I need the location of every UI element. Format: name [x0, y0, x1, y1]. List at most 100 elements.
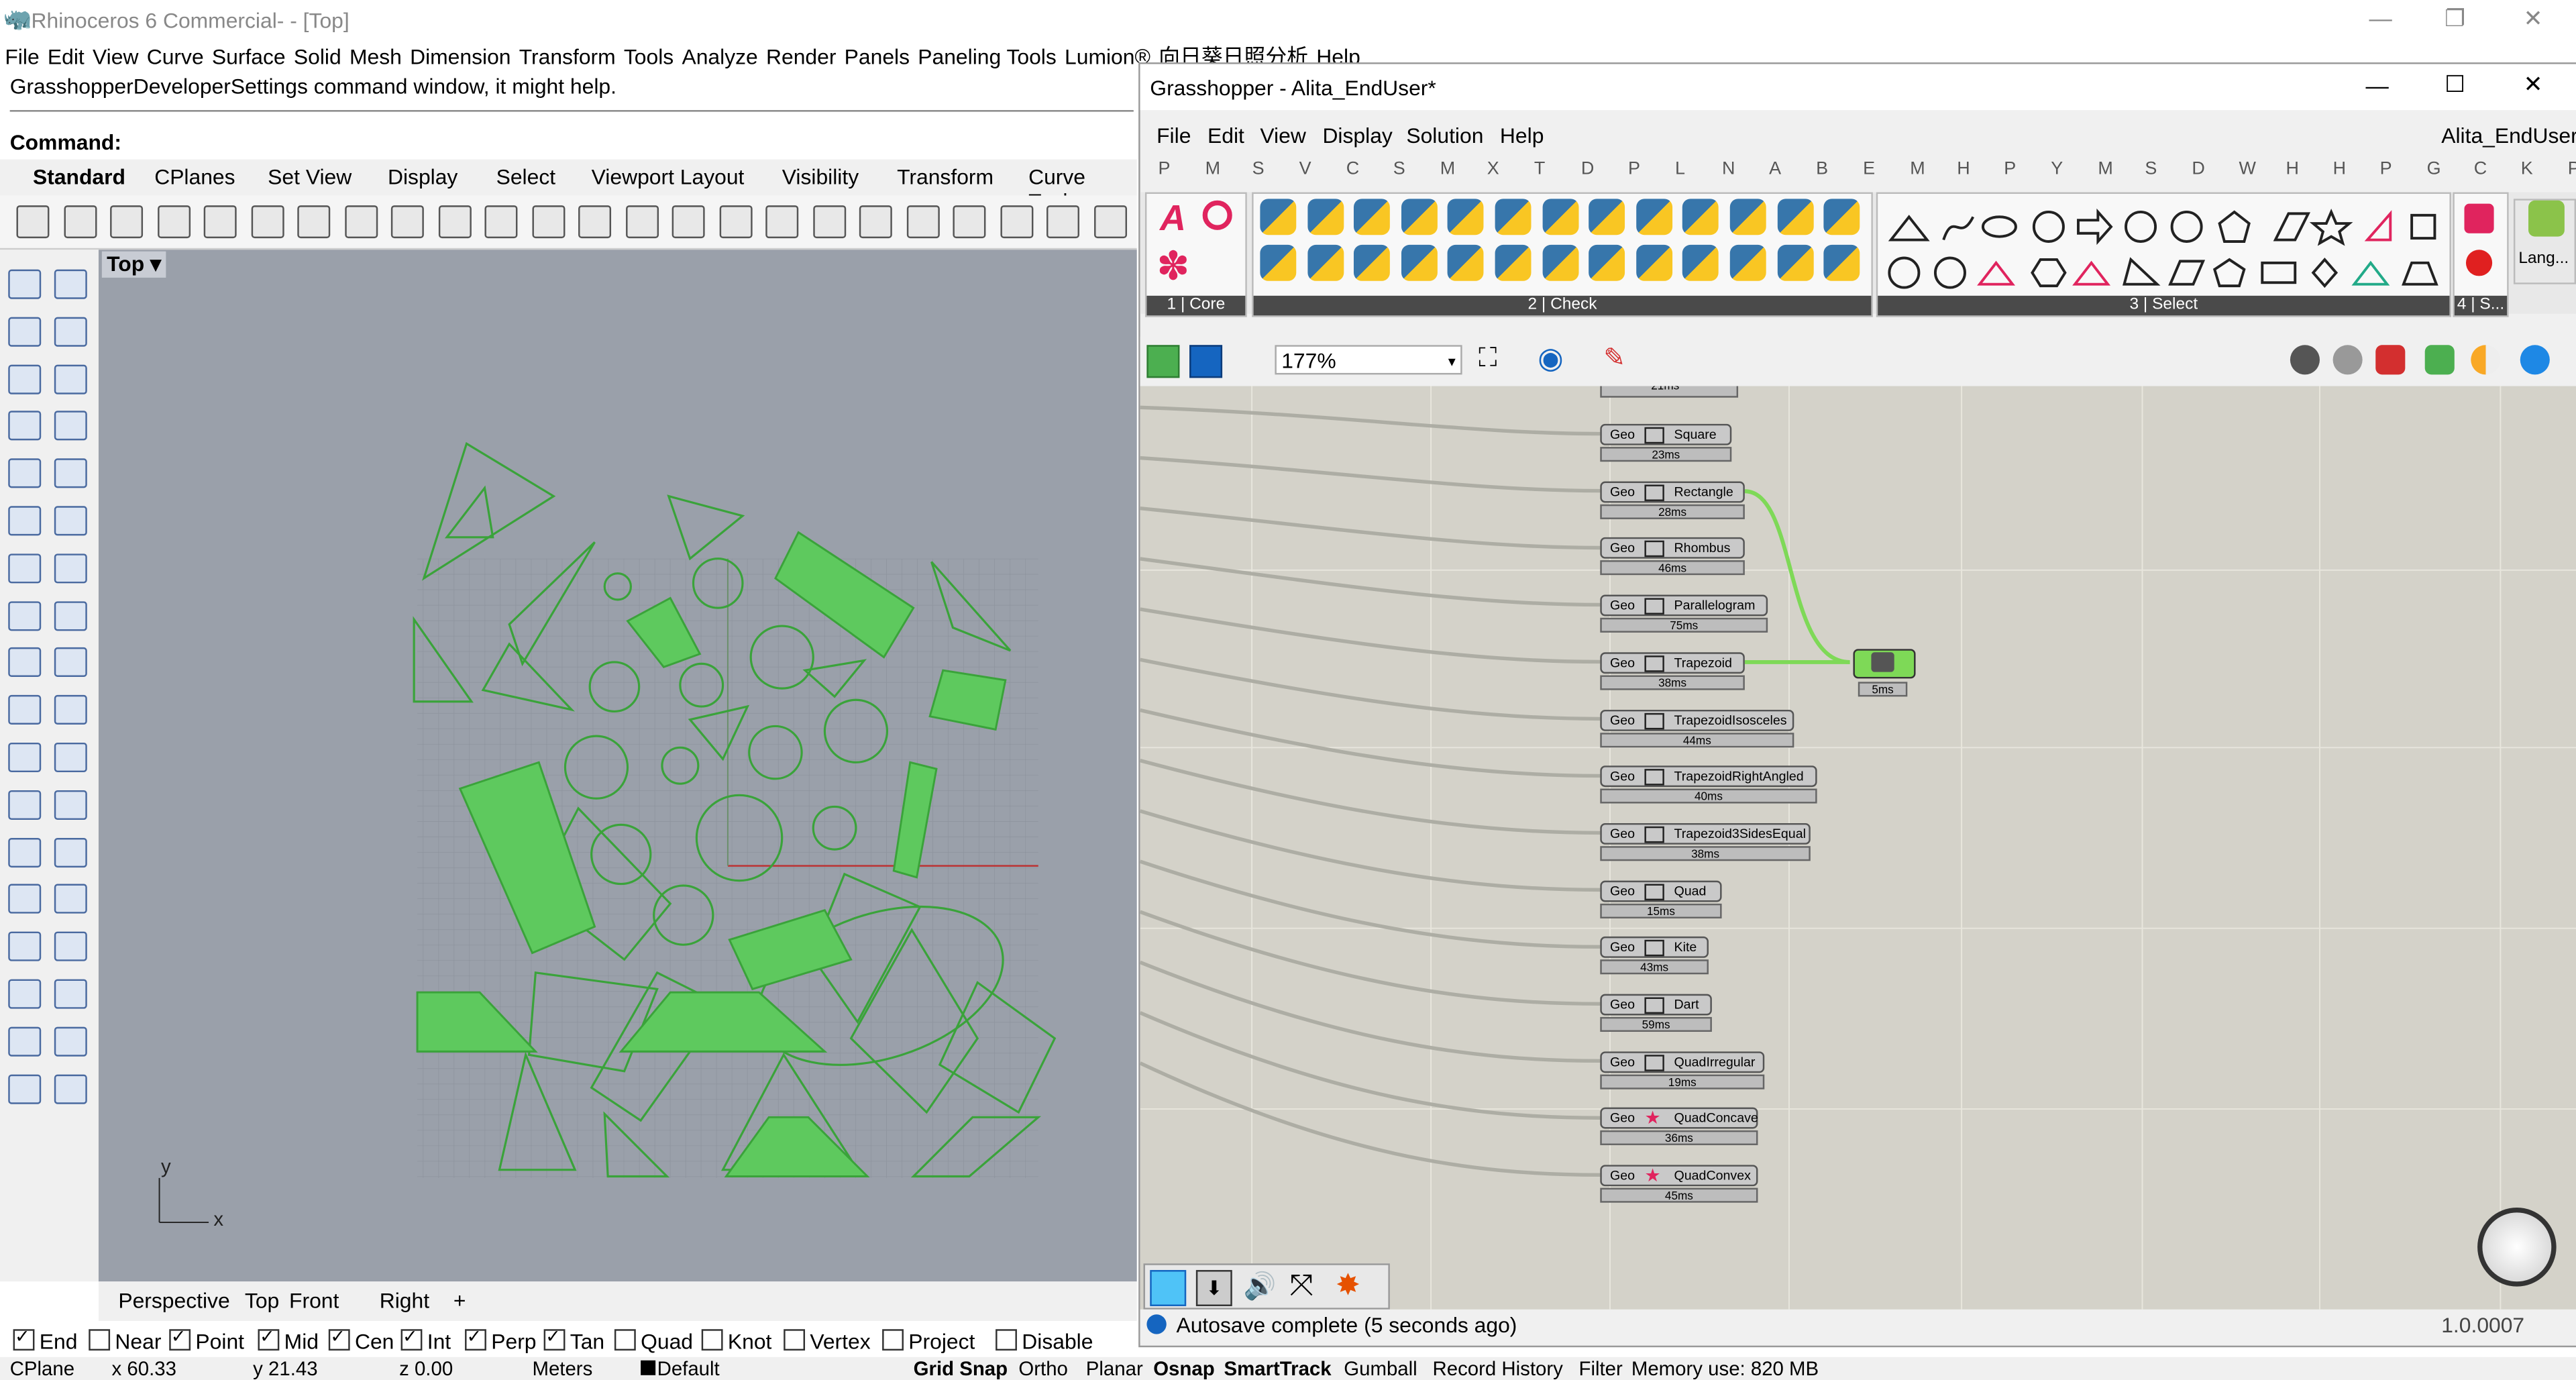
- menu-item-11[interactable]: Render: [766, 44, 836, 69]
- tool-icon-16[interactable]: [765, 205, 799, 239]
- osnap-checkbox[interactable]: [13, 1326, 35, 1351]
- menu-item-12[interactable]: Panels: [845, 44, 910, 69]
- preview-eye-icon[interactable]: ◉: [1538, 341, 1563, 376]
- left-tool-icon[interactable]: [8, 932, 42, 962]
- tool-icon-4[interactable]: [203, 205, 237, 239]
- toolbar-tab-7[interactable]: Transform: [897, 164, 994, 189]
- gh-category-tab-13[interactable]: A: [1769, 160, 1781, 179]
- toolbar-tab-1[interactable]: CPlanes: [154, 164, 235, 189]
- target-icon[interactable]: [1202, 200, 1232, 230]
- gh-category-tab-1[interactable]: M: [1205, 160, 1220, 179]
- left-tool-icon[interactable]: [8, 458, 42, 488]
- python-component-icon[interactable]: [1589, 199, 1625, 235]
- gh-category-tab-0[interactable]: P: [1159, 160, 1171, 179]
- left-tool-icon[interactable]: [54, 458, 87, 488]
- left-tool-icon[interactable]: [54, 884, 87, 914]
- osnap-checkbox[interactable]: [614, 1329, 636, 1351]
- gh-component-square[interactable]: Geo Square: [1600, 423, 1732, 445]
- gh-category-tab-7[interactable]: X: [1487, 160, 1499, 179]
- command-prompt[interactable]: Command:: [10, 129, 121, 154]
- tool-icon-9[interactable]: [437, 205, 471, 239]
- python-component-icon[interactable]: [1635, 244, 1672, 281]
- gh-menu-item-1[interactable]: Edit: [1208, 123, 1244, 148]
- python-component-icon[interactable]: [1729, 244, 1766, 281]
- gh-minimize-icon[interactable]: —: [2366, 72, 2389, 99]
- tool-icon-15[interactable]: [718, 205, 752, 239]
- gh-component-rhombus[interactable]: Geo Rhombus: [1600, 537, 1745, 560]
- tool-icon-3[interactable]: [156, 205, 190, 239]
- osnap-checkbox[interactable]: [784, 1329, 806, 1351]
- gh-category-tab-3[interactable]: V: [1299, 160, 1311, 179]
- gh-component-trapezoid3sidesequal[interactable]: Geo Trapezoid3SidesEqual: [1600, 822, 1811, 845]
- viewport-tab-1[interactable]: Top: [245, 1288, 279, 1313]
- speaker-icon[interactable]: 🔊: [1244, 1270, 1277, 1303]
- tool-icon-7[interactable]: [344, 205, 378, 239]
- top-viewport[interactable]: Top ▾ y x: [98, 250, 1137, 1282]
- gh-component-quadconcave[interactable]: Geo ★ QuadConcave: [1600, 1108, 1758, 1130]
- python-component-icon[interactable]: [1495, 244, 1532, 281]
- python-component-icon[interactable]: [1401, 244, 1438, 281]
- left-tool-icon[interactable]: [8, 364, 42, 394]
- menu-item-10[interactable]: Analyze: [682, 44, 757, 69]
- left-tool-icon[interactable]: [8, 411, 42, 441]
- letter-a-icon[interactable]: A: [1160, 197, 1186, 240]
- tool-icon-1[interactable]: [63, 205, 97, 239]
- preview-wire-icon[interactable]: [2332, 345, 2363, 375]
- python-component-icon[interactable]: [1354, 199, 1391, 235]
- viewport-tab-2[interactable]: Front: [289, 1288, 339, 1313]
- tool-icon-18[interactable]: [859, 205, 892, 239]
- burst-icon[interactable]: ✸: [1336, 1269, 1360, 1303]
- osnap-disable[interactable]: Disable: [996, 1329, 1093, 1354]
- python-component-icon[interactable]: [1823, 244, 1860, 281]
- toolbar-tab-6[interactable]: Visibility: [782, 164, 859, 189]
- menu-item-5[interactable]: Solid: [294, 44, 341, 69]
- tool-icon-22[interactable]: [1046, 205, 1079, 239]
- osnap-cen[interactable]: Cen: [328, 1326, 394, 1354]
- material-icon[interactable]: [2471, 345, 2501, 375]
- osnap-checkbox[interactable]: [543, 1326, 566, 1351]
- viewport-tab-0[interactable]: Perspective: [118, 1288, 229, 1313]
- python-component-icon[interactable]: [1682, 199, 1719, 235]
- python-component-icon[interactable]: [1307, 199, 1344, 235]
- osnap-checkbox[interactable]: [996, 1329, 1017, 1351]
- gh-category-tab-8[interactable]: T: [1534, 160, 1545, 179]
- gh-category-tab-19[interactable]: Y: [2051, 160, 2063, 179]
- toolbar-tab-2[interactable]: Set View: [268, 164, 352, 189]
- tool-icon-12[interactable]: [578, 205, 612, 239]
- gh-category-tab-22[interactable]: D: [2192, 160, 2204, 179]
- gh-category-tab-12[interactable]: N: [1722, 160, 1735, 179]
- canvas-compass-icon[interactable]: [2477, 1208, 2557, 1287]
- osnap-project[interactable]: Project: [882, 1329, 975, 1354]
- left-tool-icon[interactable]: [8, 1073, 42, 1104]
- menu-item-7[interactable]: Dimension: [410, 44, 511, 69]
- gh-component-quadconvex[interactable]: Geo ★ QuadConvex: [1600, 1165, 1758, 1187]
- toolbar-tab-0[interactable]: Standard: [33, 164, 125, 189]
- minimize-icon[interactable]: —: [2369, 5, 2392, 31]
- gh-component-kite[interactable]: Geo Kite: [1600, 937, 1709, 959]
- status-grid-snap[interactable]: Grid Snap: [914, 1357, 1008, 1380]
- widget-1-icon[interactable]: [1150, 1270, 1187, 1306]
- gh-component-trapezoidrightangled[interactable]: Geo TrapezoidRightAngled: [1600, 765, 1817, 788]
- left-tool-icon[interactable]: [8, 790, 42, 820]
- tool-icon-6[interactable]: [297, 205, 331, 239]
- osnap-checkbox[interactable]: [258, 1326, 280, 1351]
- sketch-icon[interactable]: ✎: [1603, 341, 1625, 374]
- gh-category-tab-29[interactable]: K: [2521, 160, 2533, 179]
- left-tool-icon[interactable]: [54, 600, 87, 631]
- status-filter[interactable]: Filter: [1578, 1357, 1622, 1380]
- menu-item-9[interactable]: Tools: [624, 44, 674, 69]
- status-planar[interactable]: Planar: [1086, 1357, 1143, 1380]
- gh-category-tab-20[interactable]: M: [2098, 160, 2112, 179]
- sphere-icon[interactable]: [2465, 250, 2493, 276]
- osnap-checkbox[interactable]: [400, 1326, 423, 1351]
- status-smarttrack[interactable]: SmartTrack: [1224, 1357, 1332, 1380]
- gh-category-tab-9[interactable]: D: [1581, 160, 1594, 179]
- left-tool-icon[interactable]: [8, 647, 42, 678]
- gh-category-tab-10[interactable]: P: [1628, 160, 1640, 179]
- left-tool-icon[interactable]: [54, 553, 87, 583]
- gh-category-tab-18[interactable]: P: [2004, 160, 2016, 179]
- python-component-icon[interactable]: [1823, 199, 1860, 235]
- left-tool-icon[interactable]: [8, 269, 42, 299]
- osnap-checkbox[interactable]: [701, 1329, 723, 1351]
- left-tool-icon[interactable]: [54, 1073, 87, 1104]
